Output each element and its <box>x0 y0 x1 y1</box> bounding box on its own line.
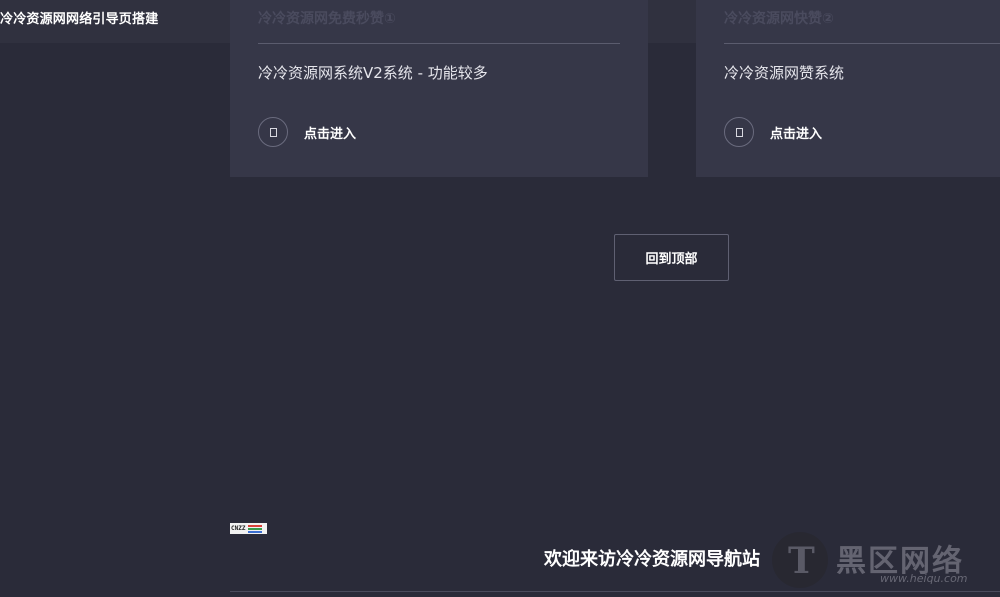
badge-text: CNZZ <box>231 525 246 532</box>
card-free-like: 冷冷资源网免费秒赞① 冷冷资源网系统V2系统 - 功能较多 点击进入 <box>230 0 648 177</box>
back-to-top-button[interactable]: 回到顶部 <box>614 234 729 281</box>
footer-welcome: 欢迎来访冷冷资源网导航站 <box>544 549 760 570</box>
link-icon[interactable] <box>724 117 754 147</box>
watermark-url: www.heiqu.com <box>880 572 968 585</box>
watermark-logo-icon: T <box>772 532 828 588</box>
card-description: 冷冷资源网赞系统 <box>724 64 845 82</box>
site-title[interactable]: 冷冷资源网网络引导页搭建 <box>0 8 158 27</box>
card-divider <box>258 43 620 44</box>
card-description: 冷冷资源网系统V2系统 - 功能较多 <box>258 64 488 82</box>
card-heading: 冷冷资源网快赞② <box>724 11 834 27</box>
card-divider <box>724 43 1000 44</box>
enter-label[interactable]: 点击进入 <box>770 123 822 142</box>
enter-button[interactable]: 点击进入 <box>258 117 356 147</box>
stats-badge[interactable]: CNZZ <box>230 523 267 534</box>
link-icon[interactable] <box>258 117 288 147</box>
watermark-logo-letter: T <box>788 540 815 582</box>
card-heading: 冷冷资源网免费秒赞① <box>258 11 396 27</box>
enter-button[interactable]: 点击进入 <box>724 117 822 147</box>
page: 冷冷资源网网络引导页搭建 冷冷资源网免费秒赞① 冷冷资源网系统V2系统 - 功能… <box>0 0 1000 597</box>
card-quick-like: 冷冷资源网快赞② 冷冷资源网赞系统 点击进入 <box>696 0 1000 177</box>
watermark: T 黑区网络 www.heiqu.com <box>770 530 1000 597</box>
badge-stripes-icon <box>248 524 263 533</box>
enter-label[interactable]: 点击进入 <box>304 123 356 142</box>
